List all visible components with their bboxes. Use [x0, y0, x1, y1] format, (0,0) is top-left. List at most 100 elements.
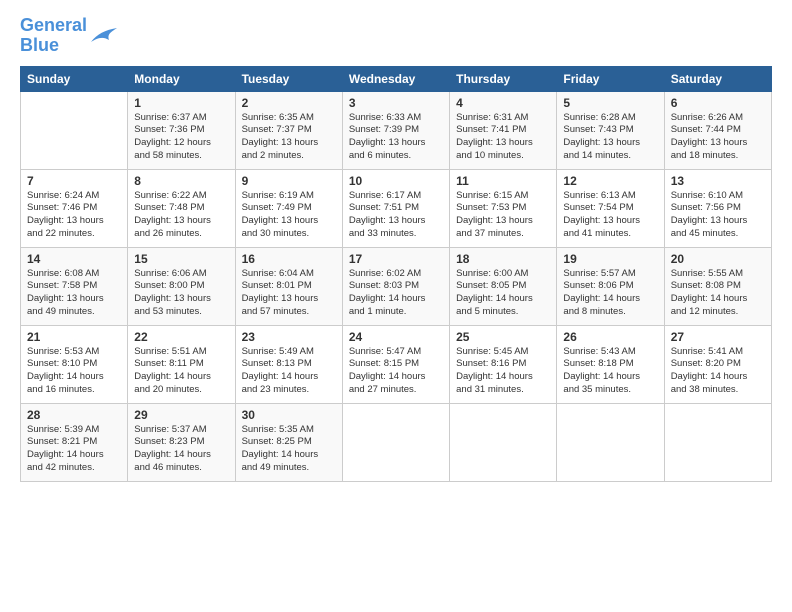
header-day-tuesday: Tuesday [235, 66, 342, 91]
calendar-cell: 8 Sunrise: 6:22 AMSunset: 7:48 PMDaylight… [128, 169, 235, 247]
day-info: Sunrise: 5:45 AMSunset: 8:16 PMDaylight:… [456, 346, 550, 397]
calendar-cell: 27 Sunrise: 5:41 AMSunset: 8:20 PMDayligh… [664, 325, 771, 403]
day-number: 28 [27, 408, 121, 422]
calendar-cell: 21 Sunrise: 5:53 AMSunset: 8:10 PMDayligh… [21, 325, 128, 403]
day-number: 14 [27, 252, 121, 266]
calendar-cell: 17Sunrise: 6:02 AMSunset: 8:03 PMDayligh… [342, 247, 449, 325]
day-info: Sunrise: 5:43 AMSunset: 8:18 PMDaylight:… [563, 346, 657, 397]
day-info: Sunrise: 5:49 AMSunset: 8:13 PMDaylight:… [242, 346, 336, 397]
week-row-3: 14 Sunrise: 6:08 AMSunset: 7:58 PMDayligh… [21, 247, 772, 325]
calendar-cell: 25Sunrise: 5:45 AMSunset: 8:16 PMDayligh… [450, 325, 557, 403]
logo-text: General Blue [20, 16, 87, 56]
day-info: Sunrise: 6:06 AMSunset: 8:00 PMDaylight:… [134, 268, 228, 319]
calendar-cell: 26 Sunrise: 5:43 AMSunset: 8:18 PMDayligh… [557, 325, 664, 403]
day-number: 9 [242, 174, 336, 188]
day-number: 7 [27, 174, 121, 188]
calendar-cell [664, 403, 771, 481]
day-info: Sunrise: 6:26 AMSunset: 7:44 PMDaylight:… [671, 112, 765, 163]
day-info: Sunrise: 6:15 AMSunset: 7:53 PMDaylight:… [456, 190, 550, 241]
calendar-cell: 18 Sunrise: 6:00 AMSunset: 8:05 PMDayligh… [450, 247, 557, 325]
day-info: Sunrise: 5:35 AMSunset: 8:25 PMDaylight:… [242, 424, 336, 475]
week-row-2: 7 Sunrise: 6:24 AMSunset: 7:46 PMDaylight… [21, 169, 772, 247]
day-info: Sunrise: 6:13 AMSunset: 7:54 PMDaylight:… [563, 190, 657, 241]
calendar-cell [21, 91, 128, 169]
day-info: Sunrise: 5:37 AMSunset: 8:23 PMDaylight:… [134, 424, 228, 475]
day-info: Sunrise: 5:39 AMSunset: 8:21 PMDaylight:… [27, 424, 121, 475]
day-number: 16 [242, 252, 336, 266]
calendar-cell: 12 Sunrise: 6:13 AMSunset: 7:54 PMDayligh… [557, 169, 664, 247]
calendar-cell: 13 Sunrise: 6:10 AMSunset: 7:56 PMDayligh… [664, 169, 771, 247]
day-number: 27 [671, 330, 765, 344]
calendar-cell: 5 Sunrise: 6:28 AMSunset: 7:43 PMDaylight… [557, 91, 664, 169]
day-number: 6 [671, 96, 765, 110]
calendar-cell: 3Sunrise: 6:33 AMSunset: 7:39 PMDaylight… [342, 91, 449, 169]
day-number: 10 [349, 174, 443, 188]
week-row-4: 21 Sunrise: 5:53 AMSunset: 8:10 PMDayligh… [21, 325, 772, 403]
calendar-cell [557, 403, 664, 481]
header-day-friday: Friday [557, 66, 664, 91]
calendar-cell: 15 Sunrise: 6:06 AMSunset: 8:00 PMDayligh… [128, 247, 235, 325]
week-row-1: 1 Sunrise: 6:37 AMSunset: 7:36 PMDaylight… [21, 91, 772, 169]
calendar-cell: 30 Sunrise: 5:35 AMSunset: 8:25 PMDayligh… [235, 403, 342, 481]
day-info: Sunrise: 6:08 AMSunset: 7:58 PMDaylight:… [27, 268, 121, 319]
header-row: SundayMondayTuesdayWednesdayThursdayFrid… [21, 66, 772, 91]
header-day-monday: Monday [128, 66, 235, 91]
day-number: 20 [671, 252, 765, 266]
day-number: 1 [134, 96, 228, 110]
day-number: 3 [349, 96, 443, 110]
header-day-thursday: Thursday [450, 66, 557, 91]
calendar-cell: 1 Sunrise: 6:37 AMSunset: 7:36 PMDaylight… [128, 91, 235, 169]
day-info: Sunrise: 5:55 AMSunset: 8:08 PMDaylight:… [671, 268, 765, 319]
day-info: Sunrise: 6:28 AMSunset: 7:43 PMDaylight:… [563, 112, 657, 163]
calendar-cell: 28 Sunrise: 5:39 AMSunset: 8:21 PMDayligh… [21, 403, 128, 481]
logo: General Blue [20, 16, 119, 56]
day-number: 24 [349, 330, 443, 344]
day-info: Sunrise: 6:24 AMSunset: 7:46 PMDaylight:… [27, 190, 121, 241]
header-day-sunday: Sunday [21, 66, 128, 91]
day-number: 17 [349, 252, 443, 266]
day-number: 5 [563, 96, 657, 110]
calendar-cell: 11 Sunrise: 6:15 AMSunset: 7:53 PMDayligh… [450, 169, 557, 247]
calendar-cell: 9 Sunrise: 6:19 AMSunset: 7:49 PMDaylight… [235, 169, 342, 247]
day-number: 22 [134, 330, 228, 344]
day-number: 19 [563, 252, 657, 266]
day-number: 13 [671, 174, 765, 188]
day-info: Sunrise: 6:10 AMSunset: 7:56 PMDaylight:… [671, 190, 765, 241]
calendar-cell: 20 Sunrise: 5:55 AMSunset: 8:08 PMDayligh… [664, 247, 771, 325]
calendar-cell: 16 Sunrise: 6:04 AMSunset: 8:01 PMDayligh… [235, 247, 342, 325]
day-info: Sunrise: 6:17 AMSunset: 7:51 PMDaylight:… [349, 190, 443, 241]
day-number: 29 [134, 408, 228, 422]
day-number: 18 [456, 252, 550, 266]
day-number: 8 [134, 174, 228, 188]
calendar-table: SundayMondayTuesdayWednesdayThursdayFrid… [20, 66, 772, 482]
day-info: Sunrise: 6:19 AMSunset: 7:49 PMDaylight:… [242, 190, 336, 241]
day-number: 15 [134, 252, 228, 266]
day-number: 30 [242, 408, 336, 422]
header-day-saturday: Saturday [664, 66, 771, 91]
calendar-cell: 7 Sunrise: 6:24 AMSunset: 7:46 PMDaylight… [21, 169, 128, 247]
page-container: General Blue SundayMondayTuesdayWednesda… [0, 0, 792, 492]
calendar-cell: 6 Sunrise: 6:26 AMSunset: 7:44 PMDaylight… [664, 91, 771, 169]
day-info: Sunrise: 5:51 AMSunset: 8:11 PMDaylight:… [134, 346, 228, 397]
calendar-cell: 23Sunrise: 5:49 AMSunset: 8:13 PMDayligh… [235, 325, 342, 403]
day-number: 11 [456, 174, 550, 188]
day-info: Sunrise: 6:04 AMSunset: 8:01 PMDaylight:… [242, 268, 336, 319]
week-row-5: 28 Sunrise: 5:39 AMSunset: 8:21 PMDayligh… [21, 403, 772, 481]
day-info: Sunrise: 5:57 AMSunset: 8:06 PMDaylight:… [563, 268, 657, 319]
day-info: Sunrise: 5:53 AMSunset: 8:10 PMDaylight:… [27, 346, 121, 397]
day-number: 26 [563, 330, 657, 344]
calendar-cell: 4Sunrise: 6:31 AMSunset: 7:41 PMDaylight… [450, 91, 557, 169]
day-number: 12 [563, 174, 657, 188]
header-day-wednesday: Wednesday [342, 66, 449, 91]
day-info: Sunrise: 5:47 AMSunset: 8:15 PMDaylight:… [349, 346, 443, 397]
day-info: Sunrise: 5:41 AMSunset: 8:20 PMDaylight:… [671, 346, 765, 397]
day-info: Sunrise: 6:22 AMSunset: 7:48 PMDaylight:… [134, 190, 228, 241]
calendar-cell [450, 403, 557, 481]
calendar-cell: 2Sunrise: 6:35 AMSunset: 7:37 PMDaylight… [235, 91, 342, 169]
day-info: Sunrise: 6:00 AMSunset: 8:05 PMDaylight:… [456, 268, 550, 319]
day-info: Sunrise: 6:37 AMSunset: 7:36 PMDaylight:… [134, 112, 228, 163]
calendar-cell: 14 Sunrise: 6:08 AMSunset: 7:58 PMDayligh… [21, 247, 128, 325]
calendar-cell: 22 Sunrise: 5:51 AMSunset: 8:11 PMDayligh… [128, 325, 235, 403]
day-number: 21 [27, 330, 121, 344]
day-number: 4 [456, 96, 550, 110]
